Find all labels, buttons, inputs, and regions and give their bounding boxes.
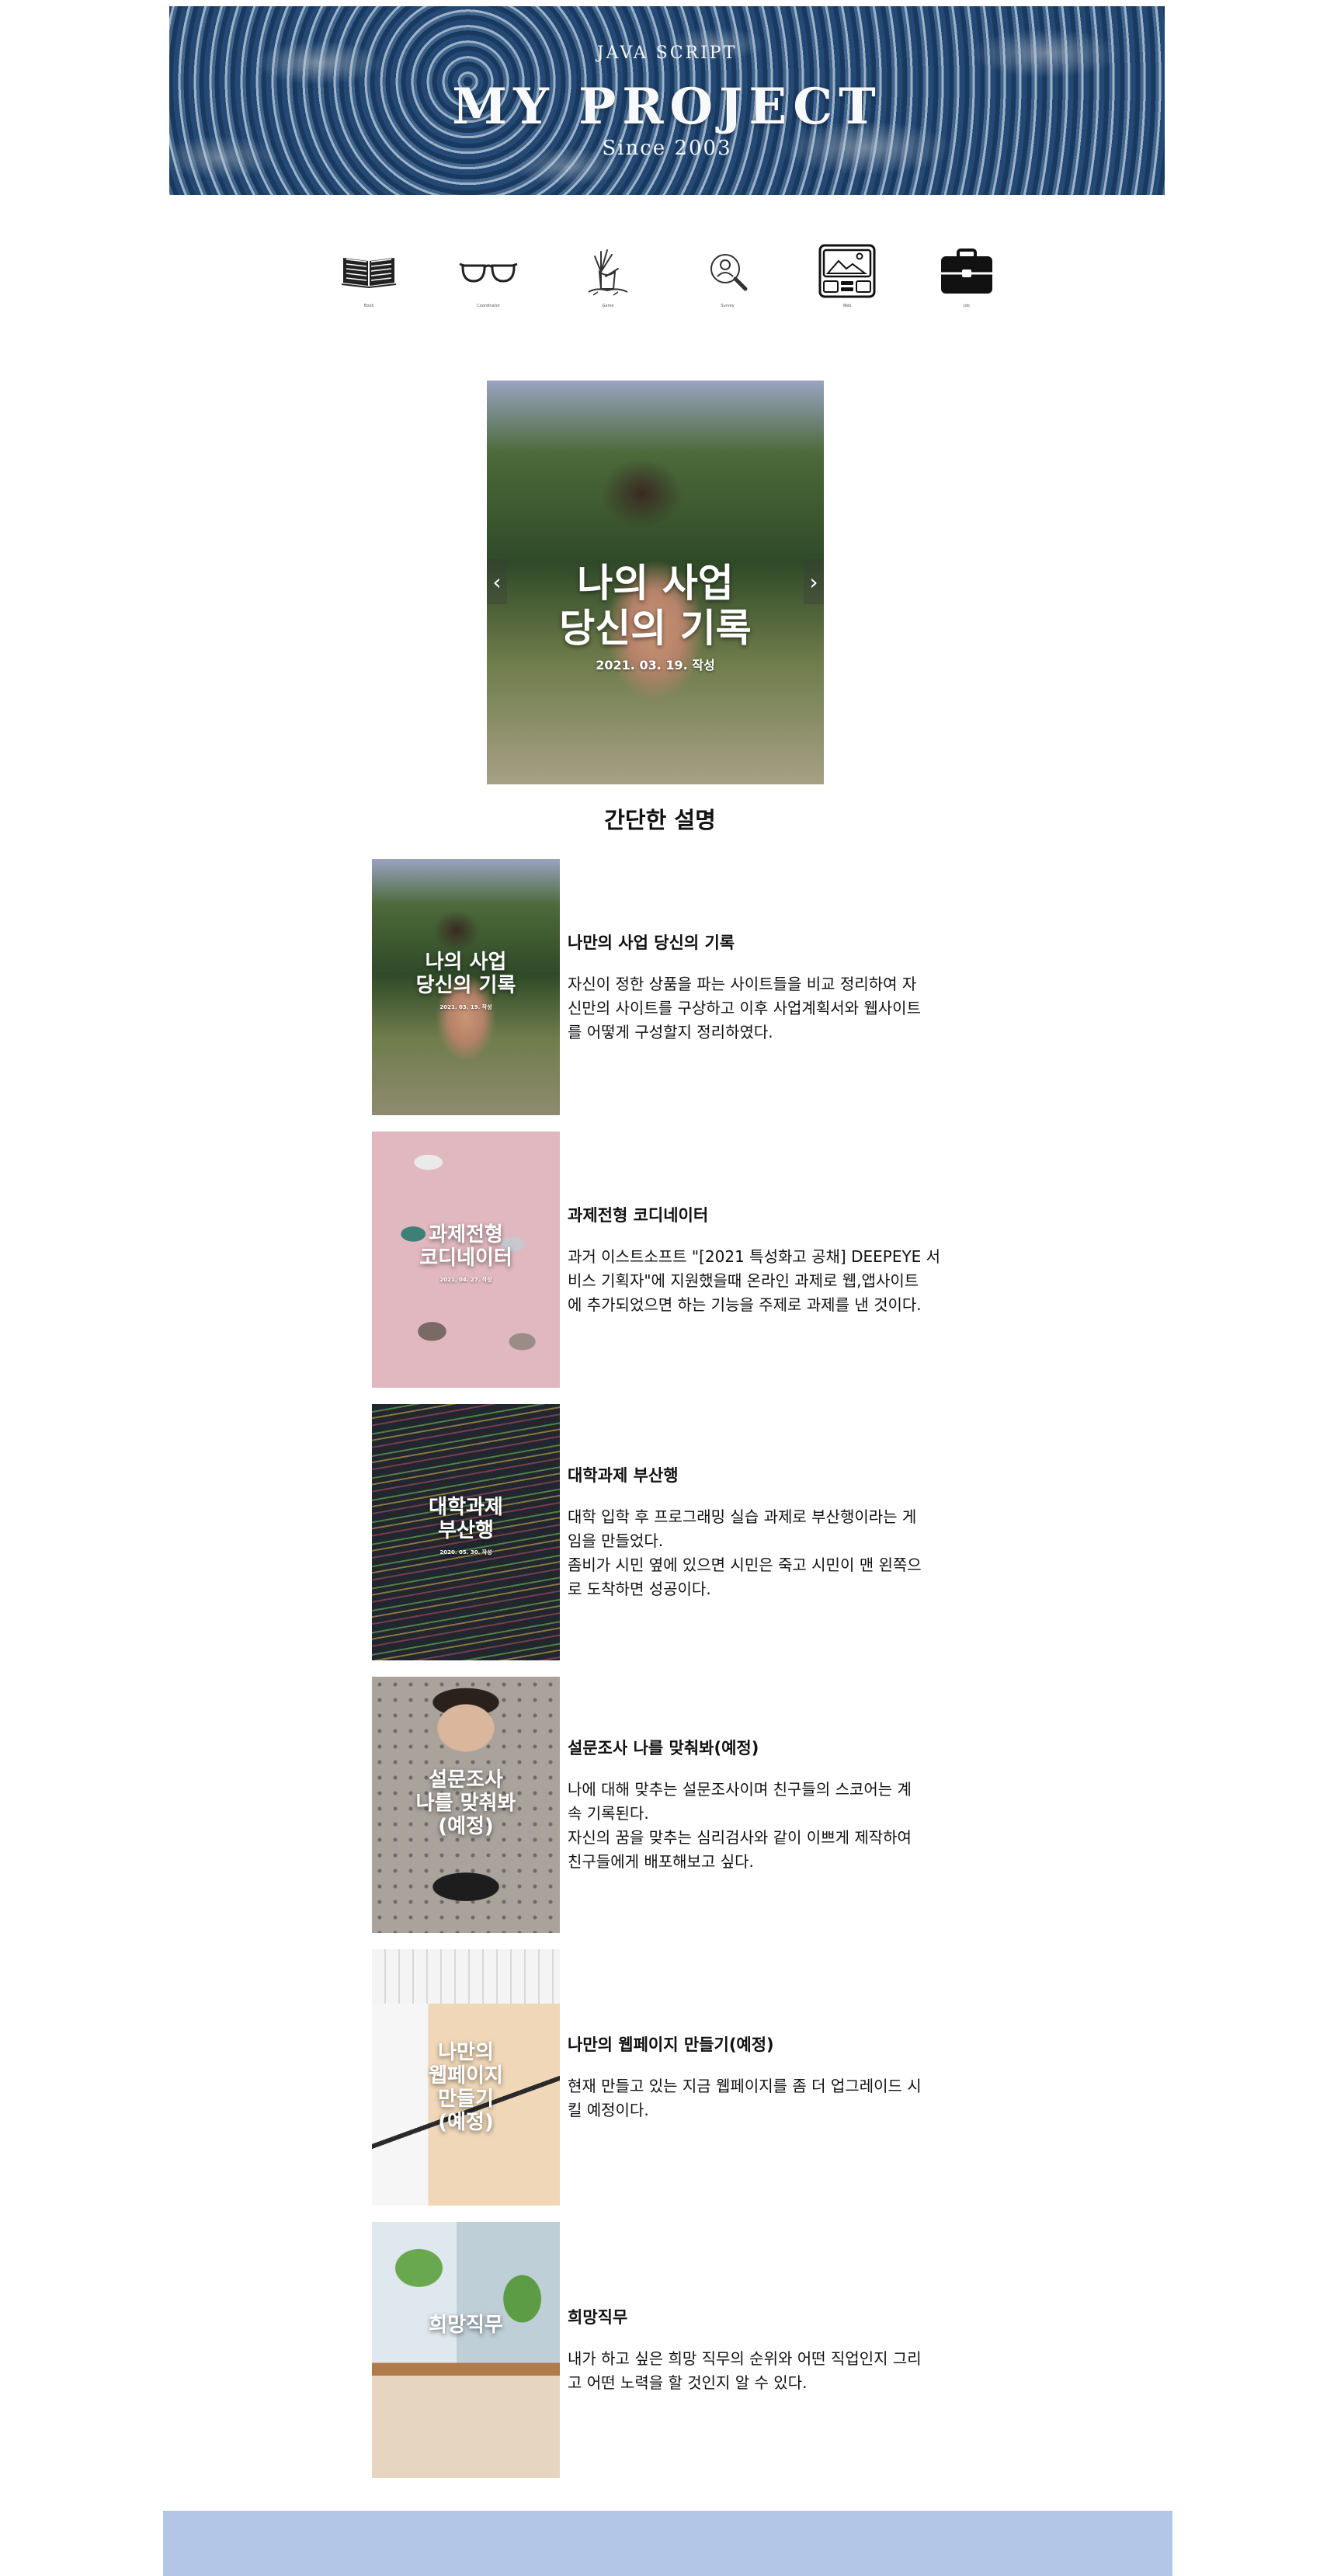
project-card[interactable]: 과제전형 코디네이터 2021. 04. 27. 작성 과제전형 코디네이터 과… xyxy=(372,1132,978,1388)
section-title: 간단한 설명 xyxy=(604,807,716,833)
thumbnail-date: 2021. 03. 19. 작성 xyxy=(439,1004,492,1010)
project-card[interactable]: 설문조사 나를 맞춰봐 (예정) 설문조사 나를 맞춰봐(예정) 나에 대해 맞… xyxy=(372,1677,978,1933)
glasses-icon xyxy=(459,262,518,283)
project-info: 과제전형 코디네이터 과거 이스트소프트 "[2021 특성화고 공채] DEE… xyxy=(568,1203,971,1317)
project-info: 희망직무 내가 하고 싶은 희망 직무의 순위와 어떤 직업인지 그리 고 어떤… xyxy=(568,2305,971,2395)
hero-poster-date: 2021. 03. 19. 작성 xyxy=(596,658,715,673)
project-description: 대학 입학 후 프로그래밍 실습 과제로 부산행이라는 게 임을 만들었다. 좀… xyxy=(568,1507,922,1598)
icon-nav: Book Coordinator Game Survey Web Job xyxy=(326,241,1009,311)
thumbnail-title: 대학과제 부산행 xyxy=(429,1496,503,1542)
project-info: 나만의 웹페이지 만들기(예정) 현재 만들고 있는 지금 웹페이지를 좀 더 … xyxy=(568,2032,971,2122)
banner-top-text: JAVA SCRIPT xyxy=(596,43,738,63)
thumbnail-title: 희망직무 xyxy=(429,2314,503,2337)
footer xyxy=(163,2511,1172,2576)
zombie-hand-icon xyxy=(588,249,628,296)
project-title[interactable]: 희망직무 xyxy=(568,2305,971,2328)
nav-item-briefcase[interactable]: Job xyxy=(924,241,1009,311)
project-info: 설문조사 나를 맞춰봐(예정) 나에 대해 맞추는 설문조사이며 친구들의 스코… xyxy=(568,1736,971,1874)
nav-item-person-search[interactable]: Survey xyxy=(685,241,770,311)
slider-next-button[interactable]: › xyxy=(804,559,824,604)
project-info: 나만의 사업 당신의 기록 자신이 정한 상품을 파는 사이트들을 비교 정리하… xyxy=(568,930,971,1045)
nav-caption: Web xyxy=(842,304,852,308)
book-icon xyxy=(341,258,397,289)
project-description: 내가 하고 싶은 희망 직무의 순위와 어떤 직업인지 그리 고 어떤 노력을 … xyxy=(568,2349,922,2392)
project-thumbnail[interactable]: 대학과제 부산행 2020. 05. 30. 작성 xyxy=(372,1404,560,1660)
thumbnail-photo xyxy=(372,2222,560,2478)
thumbnail-title: 과제전형 코디네이터 xyxy=(419,1223,512,1270)
project-description: 자신이 정한 상품을 파는 사이트들을 비교 정리하여 자 신만의 사이트를 구… xyxy=(568,974,921,1041)
nav-item-glasses[interactable]: Coordinator xyxy=(446,241,531,311)
thumbnail-date: 2020. 05. 30. 작성 xyxy=(439,1549,492,1556)
thumbnail-date: 2021. 04. 27. 작성 xyxy=(439,1277,492,1283)
nav-item-book[interactable]: Book xyxy=(326,241,412,311)
banner-subtitle: Since 2003 xyxy=(602,137,732,160)
nav-caption: Book xyxy=(363,304,374,308)
hero-slide[interactable]: 나의 사업 당신의 기록 2021. 03. 19. 작성 ‹ › xyxy=(487,381,824,784)
thumbnail-title: 설문조사 나를 맞춰봐 (예정) xyxy=(415,1768,516,1838)
slider-prev-button[interactable]: ‹ xyxy=(487,559,507,604)
project-title[interactable]: 대학과제 부산행 xyxy=(568,1463,971,1486)
header-banner: JAVA SCRIPT MY PROJECT Since 2003 xyxy=(169,6,1165,195)
project-thumbnail[interactable]: 희망직무 xyxy=(372,2222,560,2478)
nav-caption: Job xyxy=(964,304,970,308)
thumbnail-title: 나의 사업 당신의 기록 xyxy=(415,951,516,997)
project-title[interactable]: 과제전형 코디네이터 xyxy=(568,1203,971,1226)
nav-item-zombie-hand[interactable]: Game xyxy=(565,241,651,311)
project-thumbnail[interactable]: 과제전형 코디네이터 2021. 04. 27. 작성 xyxy=(372,1132,560,1388)
nav-caption: Coordinator xyxy=(477,304,500,308)
project-card[interactable]: 나의 사업 당신의 기록 2021. 03. 19. 작성 나만의 사업 당신의… xyxy=(372,859,978,1115)
project-description: 나에 대해 맞추는 설문조사이며 친구들의 스코어는 계 속 기록된다. 자신의… xyxy=(568,1780,912,1871)
nav-caption: Survey xyxy=(721,304,735,308)
nav-caption: Game xyxy=(602,304,614,308)
project-title[interactable]: 나만의 사업 당신의 기록 xyxy=(568,930,971,954)
project-description: 과거 이스트소프트 "[2021 특성화고 공채] DEEPEYE 서 비스 기… xyxy=(568,1246,941,1314)
project-thumbnail[interactable]: 나만의 웹페이지 만들기 (예정) xyxy=(372,1949,560,2206)
project-thumbnail[interactable]: 나의 사업 당신의 기록 2021. 03. 19. 작성 xyxy=(372,859,560,1115)
hero-poster-title: 나의 사업 당신의 기록 xyxy=(559,561,752,651)
project-description: 현재 만들고 있는 지금 웹페이지를 좀 더 업그레이드 시 킬 예정이다. xyxy=(568,2077,922,2119)
project-card[interactable]: 대학과제 부산행 2020. 05. 30. 작성 대학과제 부산행 대학 입학… xyxy=(372,1404,978,1660)
nav-item-web-browser[interactable]: Web xyxy=(804,241,890,311)
person-search-icon xyxy=(710,254,748,291)
briefcase-icon xyxy=(941,249,992,294)
project-title[interactable]: 나만의 웹페이지 만들기(예정) xyxy=(568,2032,971,2056)
project-info: 대학과제 부산행 대학 입학 후 프로그래밍 실습 과제로 부산행이라는 게 임… xyxy=(568,1463,971,1601)
project-card[interactable]: 나만의 웹페이지 만들기 (예정) 나만의 웹페이지 만들기(예정) 현재 만들… xyxy=(372,1949,978,2206)
banner-title: MY PROJECT xyxy=(452,78,882,136)
project-list: 나의 사업 당신의 기록 2021. 03. 19. 작성 나만의 사업 당신의… xyxy=(372,859,978,2494)
project-title[interactable]: 설문조사 나를 맞춰봐(예정) xyxy=(568,1736,971,1759)
project-card[interactable]: 희망직무 희망직무 내가 하고 싶은 희망 직무의 순위와 어떤 직업인지 그리… xyxy=(372,2222,978,2478)
project-thumbnail[interactable]: 설문조사 나를 맞춰봐 (예정) xyxy=(372,1677,560,1933)
web-browser-icon xyxy=(818,244,876,298)
thumbnail-title: 나만의 웹페이지 만들기 (예정) xyxy=(429,2041,503,2134)
